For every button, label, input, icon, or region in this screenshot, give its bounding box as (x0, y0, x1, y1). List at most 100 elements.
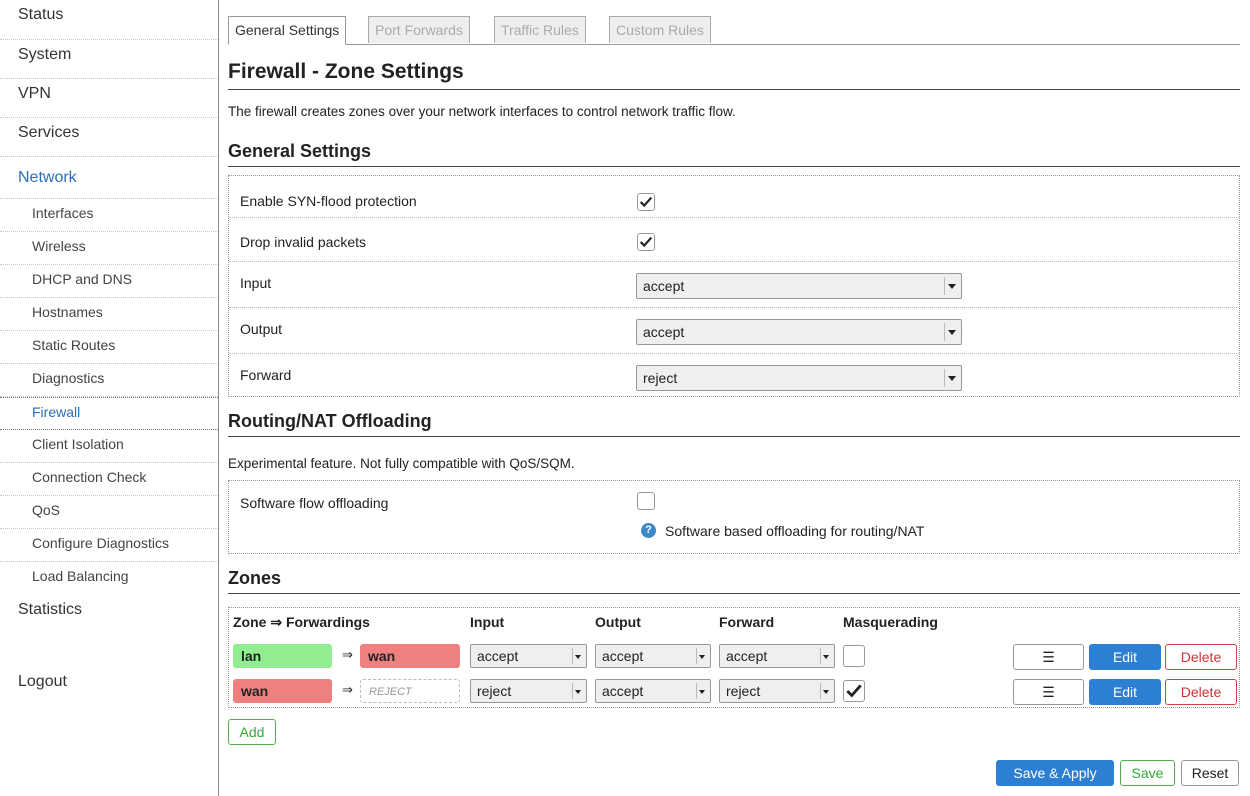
zone-input-select[interactable]: reject (470, 679, 587, 703)
nav-vpn[interactable]: VPN (0, 79, 218, 118)
nav-diagnostics[interactable]: Diagnostics (0, 364, 218, 397)
page-description: The firewall creates zones over your net… (228, 104, 736, 119)
zone-forward-wan: wan (360, 644, 460, 668)
masquerading-checkbox[interactable] (843, 645, 865, 667)
chevron-down-icon (699, 690, 705, 694)
save-apply-button[interactable]: Save & Apply (996, 760, 1114, 786)
sidebar: Status System VPN Services Network Inter… (0, 0, 219, 796)
title-divider (228, 89, 1240, 90)
zone-output-select[interactable]: accept (595, 644, 711, 668)
input-policy-value: accept (643, 278, 685, 294)
nav-static-routes[interactable]: Static Routes (0, 331, 218, 364)
chevron-down-icon (823, 655, 829, 659)
zone-badge-lan: lan (233, 644, 332, 668)
reorder-button[interactable]: ☰ (1013, 644, 1084, 670)
nav-client-isolation[interactable]: Client Isolation (0, 430, 218, 463)
input-policy-label: Input (240, 275, 272, 291)
zones-header-zone: Zone ⇒ Forwardings (233, 614, 370, 630)
tab-custom-rules[interactable]: Custom Rules (609, 16, 711, 43)
offloading-description: Experimental feature. Not fully compatib… (228, 456, 575, 471)
zone-forward-select[interactable]: accept (719, 644, 835, 668)
nav-qos[interactable]: QoS (0, 496, 218, 529)
check-icon (639, 196, 653, 208)
zones-header-input: Input (470, 614, 505, 630)
nav-hostnames[interactable]: Hostnames (0, 298, 218, 331)
general-settings-heading: General Settings (228, 141, 372, 161)
nav-dhcp-dns[interactable]: DHCP and DNS (0, 265, 218, 298)
offloading-box: Software flow offloading ? Software base… (228, 480, 1240, 554)
nav-services[interactable]: Services (0, 118, 218, 157)
nav-logout[interactable]: Logout (18, 673, 67, 691)
forward-policy-label: Forward (240, 367, 292, 383)
offloading-divider (228, 436, 1240, 437)
forward-arrow: ⇒ (342, 647, 353, 662)
edit-button[interactable]: Edit (1089, 644, 1161, 670)
delete-button[interactable]: Delete (1165, 679, 1237, 705)
zone-output-select[interactable]: accept (595, 679, 711, 703)
syn-flood-row: Enable SYN-flood protection (229, 176, 1239, 218)
chevron-down-icon (823, 690, 829, 694)
nav-interfaces[interactable]: Interfaces (0, 199, 218, 232)
page-title: Firewall - Zone Settings (228, 60, 464, 83)
input-policy-row: Input accept (229, 262, 1239, 308)
check-icon (639, 236, 653, 248)
tab-bar: General Settings Port Forwards Traffic R… (228, 16, 1240, 45)
zones-divider (228, 593, 1240, 594)
zones-table: Zone ⇒ Forwardings Input Output Forward … (228, 607, 1240, 708)
forward-policy-value: reject (643, 370, 678, 386)
save-button[interactable]: Save (1120, 760, 1175, 786)
forward-policy-row: Forward reject (229, 354, 1239, 400)
tab-general-settings[interactable]: General Settings (228, 16, 347, 45)
offloading-heading: Routing/NAT Offloading (228, 411, 432, 431)
forward-arrow: ⇒ (342, 682, 353, 697)
reset-button[interactable]: Reset (1181, 760, 1239, 786)
sw-flow-help: Software based offloading for routing/NA… (665, 523, 925, 539)
reorder-button[interactable]: ☰ (1013, 679, 1084, 705)
zone-input-select[interactable]: accept (470, 644, 587, 668)
zone-badge-wan: wan (233, 679, 332, 703)
nav-statistics[interactable]: Statistics (0, 595, 218, 634)
zones-header-output: Output (595, 614, 641, 630)
drop-invalid-label: Drop invalid packets (240, 234, 367, 250)
nav-network[interactable]: Network (0, 157, 218, 199)
output-policy-select[interactable]: accept (636, 319, 962, 345)
sw-flow-checkbox[interactable] (637, 492, 655, 510)
nav-load-balancing[interactable]: Load Balancing (0, 562, 218, 595)
zones-header-masquerading: Masquerading (843, 614, 938, 630)
check-icon (846, 684, 862, 698)
zone-forward-select[interactable]: reject (719, 679, 835, 703)
general-divider (228, 166, 1240, 167)
chevron-down-icon (575, 655, 581, 659)
nav-firewall[interactable]: Firewall (0, 397, 218, 430)
nav-wireless[interactable]: Wireless (0, 232, 218, 265)
input-policy-select[interactable]: accept (636, 273, 962, 299)
nav-connection-check[interactable]: Connection Check (0, 463, 218, 496)
chevron-down-icon (575, 690, 581, 694)
chevron-down-icon (948, 376, 956, 381)
nav-configure-diagnostics[interactable]: Configure Diagnostics (0, 529, 218, 562)
zones-header-forward: Forward (719, 614, 775, 630)
general-settings-box: Enable SYN-flood protection Drop invalid… (228, 175, 1240, 397)
nav-status[interactable]: Status (0, 0, 218, 40)
drop-invalid-checkbox[interactable] (637, 233, 655, 251)
chevron-down-icon (948, 284, 956, 289)
delete-button[interactable]: Delete (1165, 644, 1237, 670)
syn-flood-label: Enable SYN-flood protection (240, 193, 417, 209)
tab-port-forwards[interactable]: Port Forwards (368, 16, 470, 43)
zone-forward-reject: REJECT (360, 679, 460, 703)
tab-traffic-rules[interactable]: Traffic Rules (494, 16, 586, 43)
output-policy-value: accept (643, 324, 685, 340)
output-policy-label: Output (240, 321, 283, 337)
output-policy-row: Output accept (229, 308, 1239, 354)
masquerading-checkbox[interactable] (843, 680, 865, 702)
nav-system[interactable]: System (0, 40, 218, 79)
sw-flow-label: Software flow offloading (240, 495, 389, 511)
forward-policy-select[interactable]: reject (636, 365, 962, 391)
add-zone-button[interactable]: Add (228, 719, 276, 745)
chevron-down-icon (948, 330, 956, 335)
zones-heading: Zones (228, 568, 282, 588)
edit-button[interactable]: Edit (1089, 679, 1161, 705)
syn-flood-checkbox[interactable] (637, 193, 655, 211)
chevron-down-icon (699, 655, 705, 659)
drop-invalid-row: Drop invalid packets (229, 218, 1239, 262)
